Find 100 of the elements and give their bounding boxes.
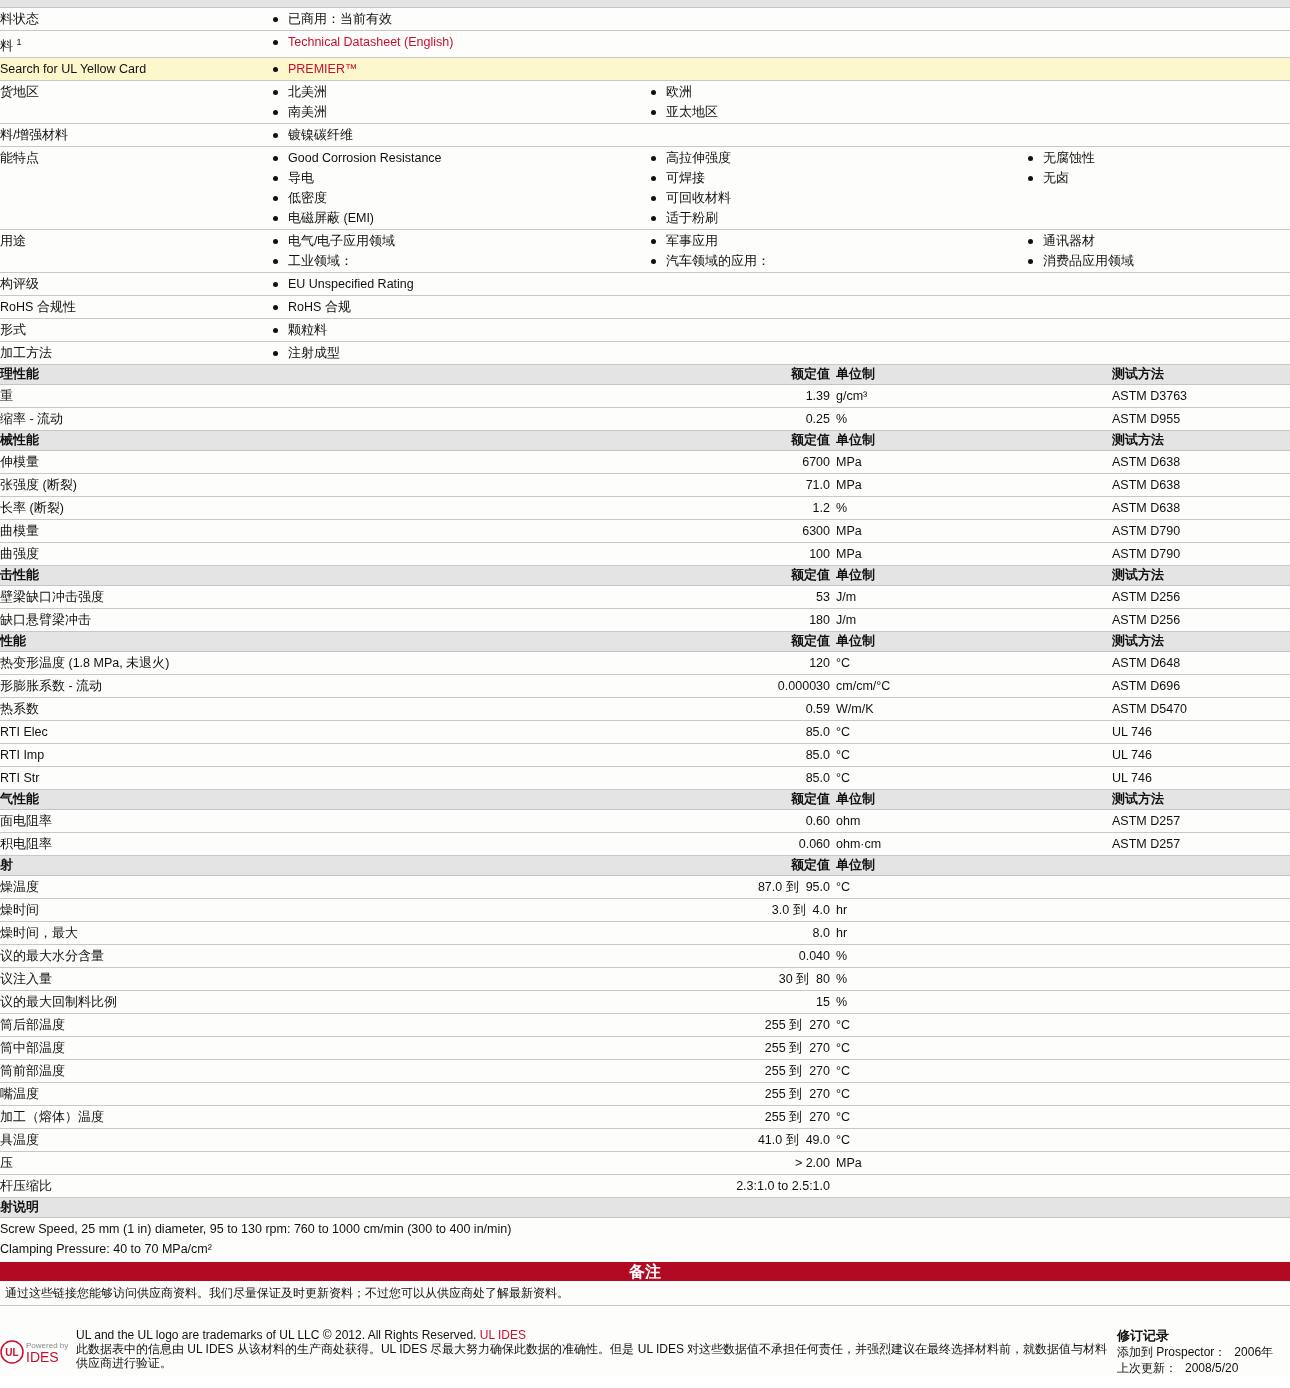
link[interactable]: PREMIER™ bbox=[288, 59, 358, 80]
unit-cell-text: % bbox=[835, 500, 849, 518]
revision-title: 修订记录 bbox=[1117, 1328, 1170, 1345]
bullet-icon bbox=[651, 258, 656, 264]
list-item: 南美洲 bbox=[288, 104, 327, 122]
value-cell-text: 6700 bbox=[801, 454, 830, 472]
section-title: 气性能 bbox=[0, 791, 40, 809]
unit-cell-text: % bbox=[835, 994, 849, 1012]
value-cell-text: 0.060 bbox=[797, 836, 830, 854]
row-label: 构评级 bbox=[0, 276, 40, 294]
method-cell-text: ASTM D790 bbox=[1112, 523, 1182, 541]
row-label: 燥时间，最大 bbox=[0, 925, 79, 943]
value-cell-text: 180 bbox=[808, 612, 830, 630]
row-label: Search for UL Yellow Card bbox=[0, 61, 148, 79]
row-label: 热系数 bbox=[0, 701, 40, 719]
unit-cell-text: °C bbox=[835, 1063, 852, 1081]
list-item: 工业领域： bbox=[288, 253, 353, 271]
bullet-icon bbox=[273, 327, 278, 333]
row-label: 料/增强材料 bbox=[0, 127, 70, 145]
value-cell-text: 0.000030 bbox=[776, 678, 830, 696]
column-header: 额定值 bbox=[790, 857, 830, 875]
row-label: 张强度 (断裂) bbox=[0, 477, 78, 495]
revision-date: 2006年 bbox=[1234, 1344, 1274, 1361]
column-header: 测试方法 bbox=[1112, 431, 1165, 450]
unit-cell-text: °C bbox=[835, 655, 852, 673]
list-item: 适于粉刷 bbox=[666, 210, 718, 228]
unit-cell-text: g/cm³ bbox=[835, 388, 869, 406]
unit-cell-text: °C bbox=[835, 747, 852, 765]
method-cell-text: ASTM D256 bbox=[1112, 612, 1182, 630]
unit-cell-text: °C bbox=[835, 1040, 852, 1058]
unit-cell-text: J/m bbox=[835, 589, 858, 607]
row-label: 料 $^{1}$ bbox=[0, 36, 23, 56]
bullet-icon bbox=[651, 215, 656, 221]
section-title: 性能 bbox=[0, 633, 27, 651]
bullet-icon bbox=[651, 238, 656, 244]
unit-cell-text: °C bbox=[835, 1017, 852, 1035]
list-item: 北美洲 bbox=[288, 84, 327, 102]
list-item: 电磁屏蔽 (EMI) bbox=[288, 210, 375, 228]
value-cell-text: 87.0 到 95.0 bbox=[756, 879, 830, 897]
method-cell-text: UL 746 bbox=[1112, 747, 1153, 765]
remarks-banner: 备注 bbox=[0, 1262, 1290, 1282]
bullet-icon bbox=[273, 109, 278, 115]
value-cell-text: 0.60 bbox=[804, 813, 830, 831]
bullet-icon bbox=[1028, 258, 1033, 264]
section-title: 射 bbox=[0, 857, 14, 875]
row-label: 面电阻率 bbox=[0, 813, 53, 831]
row-label: 燥温度 bbox=[0, 879, 40, 897]
method-cell-text: ASTM D256 bbox=[1112, 589, 1182, 607]
list-item: EU Unspecified Rating bbox=[288, 276, 414, 294]
row-label: 筒前部温度 bbox=[0, 1063, 66, 1081]
unit-cell-text: °C bbox=[835, 770, 852, 788]
list-item: 电气/电子应用领域 bbox=[288, 233, 396, 251]
method-cell-text: ASTM D648 bbox=[1112, 655, 1182, 673]
row-label: 具温度 bbox=[0, 1132, 40, 1150]
method-cell-text: UL 746 bbox=[1112, 770, 1153, 788]
method-cell-text: ASTM D696 bbox=[1112, 678, 1182, 696]
logo-mark: UL bbox=[5, 1346, 19, 1358]
link[interactable]: Technical Datasheet (English) bbox=[288, 32, 454, 52]
section-title: 击性能 bbox=[0, 567, 40, 585]
unit-cell-text: % bbox=[835, 948, 849, 966]
bullet-icon bbox=[1028, 175, 1033, 181]
bullet-icon bbox=[273, 215, 278, 221]
value-cell-text: > 2.00 bbox=[793, 1155, 830, 1173]
row-label: 缺口悬臂梁冲击 bbox=[0, 612, 92, 630]
column-header: 测试方法 bbox=[1112, 566, 1165, 585]
row-label: 议注入量 bbox=[0, 971, 53, 989]
row-label: 燥时间 bbox=[0, 902, 40, 920]
row-label: 加工方法 bbox=[0, 345, 53, 363]
revision-label: 添加到 Prospector： bbox=[1117, 1344, 1227, 1361]
row-label: 能特点 bbox=[0, 150, 40, 168]
row-label: 筒后部温度 bbox=[0, 1017, 66, 1035]
bullet-icon bbox=[651, 89, 656, 95]
section-title: 械性能 bbox=[0, 432, 40, 450]
list-item: 可焊接 bbox=[666, 170, 705, 188]
row-label: 形式 bbox=[0, 322, 27, 340]
method-cell-text: ASTM D257 bbox=[1112, 836, 1182, 854]
list-item: 颗粒料 bbox=[288, 322, 327, 340]
column-header: 单位制 bbox=[835, 791, 876, 809]
value-cell-text: 0.59 bbox=[804, 701, 830, 719]
list-item: 消费品应用领域 bbox=[1043, 253, 1134, 271]
bullet-icon bbox=[651, 155, 656, 161]
bullet-icon bbox=[273, 258, 278, 264]
list-item: RoHS 合规 bbox=[288, 299, 351, 317]
row-label: 壁梁缺口冲击强度 bbox=[0, 589, 105, 607]
note-text: Clamping Pressure: 40 to 70 MPa/cm² bbox=[0, 1241, 213, 1259]
unit-cell-text: % bbox=[835, 971, 849, 989]
bullet-icon bbox=[651, 195, 656, 201]
ides-link[interactable]: UL IDES bbox=[479, 1328, 526, 1343]
unit-cell-text: MPa bbox=[835, 546, 863, 564]
bullet-icon bbox=[273, 155, 278, 161]
column-header: 额定值 bbox=[790, 432, 830, 450]
value-cell-text: 85.0 bbox=[804, 724, 830, 742]
unit-cell-text: hr bbox=[835, 925, 849, 943]
row-label: 料状态 bbox=[0, 11, 40, 28]
row-label: 议的最大回制料比例 bbox=[0, 994, 118, 1012]
list-item: 欧洲 bbox=[666, 84, 692, 102]
value-cell-text: 255 到 270 bbox=[763, 1017, 830, 1035]
value-cell-text: 1.39 bbox=[804, 388, 830, 406]
unit-cell-text: MPa bbox=[835, 477, 863, 495]
bullet-icon bbox=[273, 238, 278, 244]
